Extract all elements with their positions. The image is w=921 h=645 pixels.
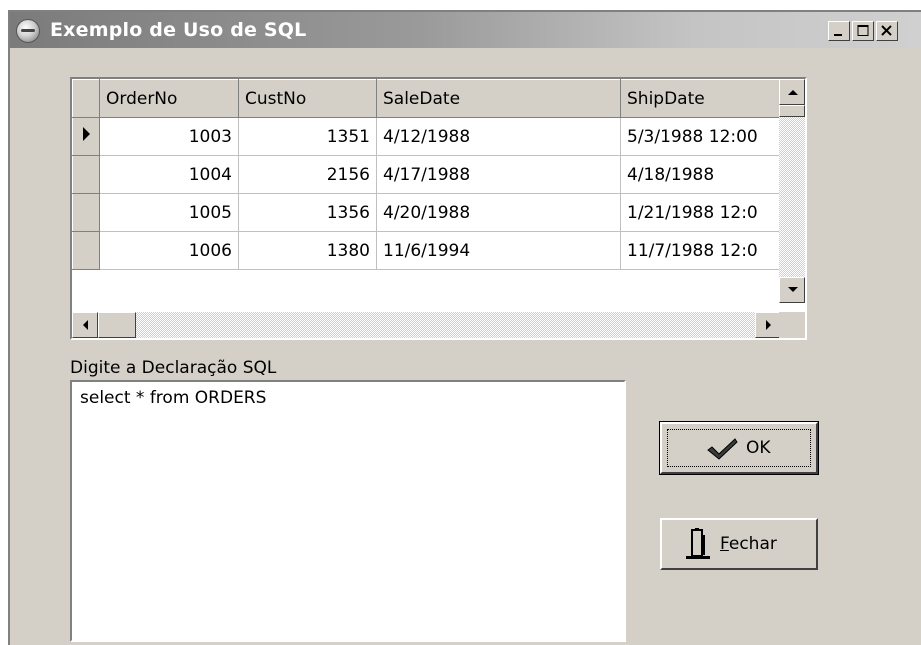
fechar-label-rest: echar xyxy=(728,534,777,554)
cell-saledate[interactable]: 4/12/1988 xyxy=(376,117,621,156)
app-globe-icon xyxy=(16,19,40,43)
fechar-button[interactable]: Fechar xyxy=(660,518,818,570)
cell-orderno[interactable]: 1006 xyxy=(99,231,239,270)
cell-orderno[interactable]: 1005 xyxy=(99,193,239,232)
checkmark-icon xyxy=(707,438,738,460)
cell-saledate[interactable]: 4/20/1988 xyxy=(376,193,621,232)
fechar-accelerator: F xyxy=(720,534,729,554)
minimize-icon xyxy=(834,34,842,36)
table-row[interactable]: 1006 1380 11/6/1994 11/7/1988 12:0 xyxy=(72,231,781,270)
close-icon xyxy=(881,25,892,36)
window-title: Exemplo de Uso de SQL xyxy=(50,19,307,41)
horizontal-scroll-thumb[interactable] xyxy=(98,312,136,338)
scrollbar-corner xyxy=(779,312,805,338)
cell-shipdate[interactable]: 11/7/1988 12:0 xyxy=(620,231,781,270)
ok-label: OK xyxy=(746,438,771,458)
arrow-up-icon xyxy=(788,90,798,95)
sql-input[interactable]: select * from ORDERS xyxy=(70,380,626,642)
door-exit-icon xyxy=(686,528,710,559)
table-row[interactable]: 1004 2156 4/17/1988 4/18/1988 xyxy=(72,155,781,194)
column-header-saledate[interactable]: SaleDate xyxy=(376,79,621,118)
cell-shipdate[interactable]: 4/18/1988 xyxy=(620,155,781,194)
main-window: Exemplo de Uso de SQL OrderNo CustNo Sal… xyxy=(8,10,921,645)
focus-rectangle xyxy=(667,429,811,467)
cell-custno[interactable]: 2156 xyxy=(238,155,377,194)
close-window-button[interactable] xyxy=(876,21,898,41)
cell-orderno[interactable]: 1003 xyxy=(99,117,239,156)
title-bar[interactable]: Exemplo de Uso de SQL xyxy=(10,12,921,48)
orders-grid[interactable]: OrderNo CustNo SaleDate ShipDate 1003 13… xyxy=(70,77,807,340)
arrow-right-icon xyxy=(766,320,771,330)
row-indicator-cell[interactable] xyxy=(72,193,100,232)
cell-saledate[interactable]: 4/17/1988 xyxy=(376,155,621,194)
column-header-shipdate[interactable]: ShipDate xyxy=(620,79,781,118)
grid-header-row: OrderNo CustNo SaleDate ShipDate xyxy=(72,79,781,118)
table-row[interactable]: 1003 1351 4/12/1988 5/3/1988 12:00 xyxy=(72,117,781,156)
row-indicator-cell[interactable] xyxy=(72,117,100,156)
arrow-left-icon xyxy=(83,320,88,330)
horizontal-scrollbar[interactable] xyxy=(72,312,781,338)
scroll-left-button[interactable] xyxy=(72,312,98,338)
cell-custno[interactable]: 1380 xyxy=(238,231,377,270)
ok-button[interactable]: OK xyxy=(659,421,819,475)
cell-custno[interactable]: 1356 xyxy=(238,193,377,232)
row-pointer-icon xyxy=(83,127,90,141)
scroll-down-button[interactable] xyxy=(779,277,805,303)
table-row[interactable]: 1005 1356 4/20/1988 1/21/1988 12:0 xyxy=(72,193,781,232)
cell-custno[interactable]: 1351 xyxy=(238,117,377,156)
maximize-icon xyxy=(857,25,869,36)
arrow-down-icon xyxy=(788,287,798,292)
sql-label: Digite a Declaração SQL xyxy=(70,358,277,378)
minimize-button[interactable] xyxy=(828,21,850,41)
maximize-button[interactable] xyxy=(852,21,874,41)
vertical-scroll-thumb[interactable] xyxy=(779,105,805,117)
row-indicator-cell[interactable] xyxy=(72,231,100,270)
vertical-scrollbar[interactable] xyxy=(779,79,805,303)
scroll-right-button[interactable] xyxy=(755,312,781,338)
fechar-label: Fechar xyxy=(720,534,777,554)
header-indicator-cell xyxy=(72,79,100,118)
scroll-up-button[interactable] xyxy=(779,79,805,105)
cell-shipdate[interactable]: 1/21/1988 12:0 xyxy=(620,193,781,232)
row-indicator-cell[interactable] xyxy=(72,155,100,194)
cell-orderno[interactable]: 1004 xyxy=(99,155,239,194)
column-header-custno[interactable]: CustNo xyxy=(238,79,377,118)
column-header-orderno[interactable]: OrderNo xyxy=(99,79,239,118)
cell-shipdate[interactable]: 5/3/1988 12:00 xyxy=(620,117,781,156)
cell-saledate[interactable]: 11/6/1994 xyxy=(376,231,621,270)
